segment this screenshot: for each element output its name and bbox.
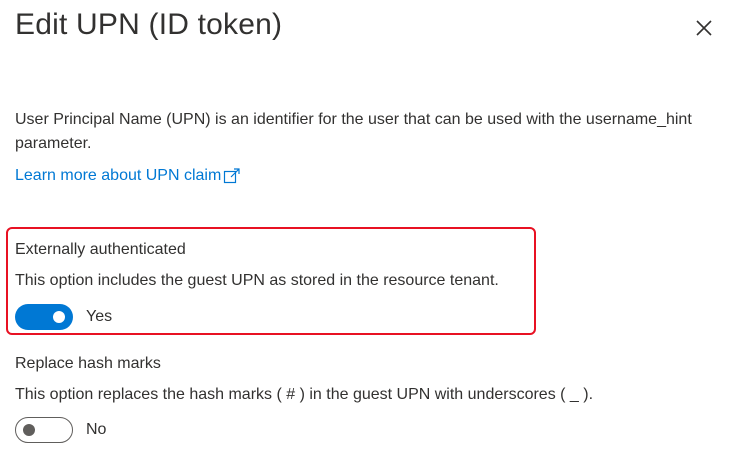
close-icon: [696, 20, 712, 36]
option-externally-authenticated-label: Externally authenticated: [15, 241, 186, 258]
toggle-knob: [23, 424, 35, 436]
panel-title: Edit UPN (ID token): [15, 8, 283, 41]
option-replace-hash-marks-description: This option replaces the hash marks ( # …: [15, 386, 594, 403]
learn-more-link[interactable]: Learn more about UPN claim: [15, 164, 241, 188]
replace-hash-marks-toggle[interactable]: [15, 417, 73, 443]
replace-hash-marks-toggle-text: No: [86, 421, 107, 438]
option-externally-authenticated-description: This option includes the guest UPN as st…: [15, 272, 499, 289]
close-button[interactable]: [692, 16, 716, 40]
toggle-knob: [53, 311, 65, 323]
externally-authenticated-toggle-text: Yes: [86, 308, 113, 325]
panel-description: User Principal Name (UPN) is an identifi…: [15, 111, 692, 152]
option-replace-hash-marks-label: Replace hash marks: [15, 355, 161, 372]
learn-more-label: Learn more about UPN claim: [15, 167, 222, 184]
externally-authenticated-toggle[interactable]: [15, 304, 73, 330]
external-link-icon: [223, 168, 241, 184]
